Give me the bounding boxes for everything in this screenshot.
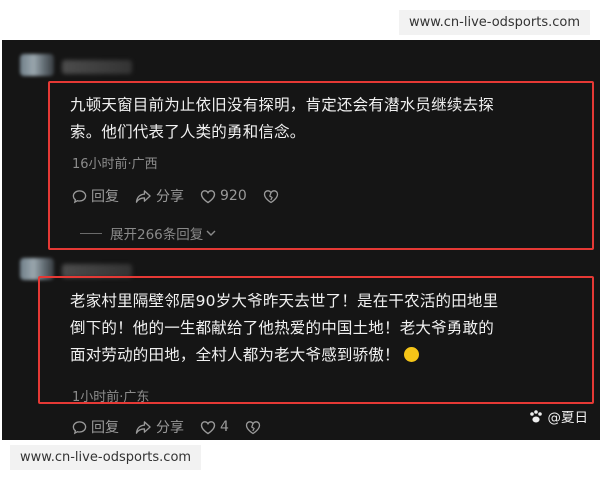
comment-actions: 回复 分享 4 [72, 417, 261, 437]
reply-button[interactable]: 回复 [72, 186, 119, 206]
share-icon [135, 420, 151, 434]
broken-heart-icon [245, 420, 261, 434]
chevron-down-icon [206, 230, 216, 236]
heart-icon [200, 189, 216, 203]
like-count: 4 [220, 419, 229, 435]
comment-text-line: 索。他们代表了人类的勇和信念。 [70, 123, 306, 141]
reply-label: 回复 [91, 420, 119, 436]
like-button[interactable]: 4 [200, 419, 229, 435]
username-blurred [62, 60, 132, 74]
share-label: 分享 [156, 420, 184, 436]
share-label: 分享 [156, 189, 184, 205]
reply-icon [72, 189, 87, 203]
comment-actions: 回复 分享 920 [72, 186, 279, 206]
avatar[interactable] [20, 54, 54, 76]
broken-heart-icon [263, 189, 278, 203]
watermark: www.cn-live-odsports.com [10, 445, 202, 470]
divider [80, 232, 102, 234]
comment-text: 老家村里隔壁邻居90岁大爷昨天去世了！是在干农活的田地里 倒下的！他的一生都献给… [70, 288, 498, 369]
expand-replies-label: 展开266条回复 [110, 227, 204, 243]
comment-panel: 九顿天窗目前为止依旧没有探明，肯定还会有潜水员继续去探 索。他们代表了人类的勇和… [2, 40, 600, 440]
reply-button[interactable]: 回复 [72, 417, 119, 437]
comment-text-line: 倒下的！他的一生都献给了他热爱的中国土地！老大爷勇敢的 [70, 319, 494, 337]
reply-label: 回复 [91, 189, 119, 205]
comment-text-line: 面对劳动的田地，全村人都为老大爷感到骄傲！ [70, 342, 498, 369]
credit-text: @夏日 [547, 410, 589, 426]
proud-face-emoji-icon [403, 347, 419, 362]
reply-icon [72, 420, 87, 434]
expand-replies[interactable]: 展开266条回复 [80, 223, 217, 243]
comment-text: 九顿天窗目前为止依旧没有探明，肯定还会有潜水员继续去探 索。他们代表了人类的勇和… [70, 92, 494, 146]
dislike-button[interactable] [263, 189, 279, 204]
dislike-button[interactable] [245, 420, 261, 435]
heart-icon [200, 420, 216, 434]
like-button[interactable]: 920 [200, 188, 247, 204]
share-button[interactable]: 分享 [135, 186, 184, 206]
paw-icon [529, 409, 542, 422]
like-count: 920 [220, 188, 247, 204]
share-button[interactable]: 分享 [135, 417, 184, 437]
watermark: www.cn-live-odsports.com [398, 10, 590, 35]
comment-meta: 16小时前·广西 [72, 157, 158, 172]
comment-meta: 1小时前·广东 [72, 390, 150, 405]
comment-text-line-3: 面对劳动的田地，全村人都为老大爷感到骄傲！ [70, 346, 400, 364]
author-credit: @夏日 [528, 406, 589, 426]
share-icon [135, 189, 151, 203]
comment-text-line: 九顿天窗目前为止依旧没有探明，肯定还会有潜水员继续去探 [70, 96, 494, 114]
comment-text-line: 老家村里隔壁邻居90岁大爷昨天去世了！是在干农活的田地里 [70, 292, 499, 310]
